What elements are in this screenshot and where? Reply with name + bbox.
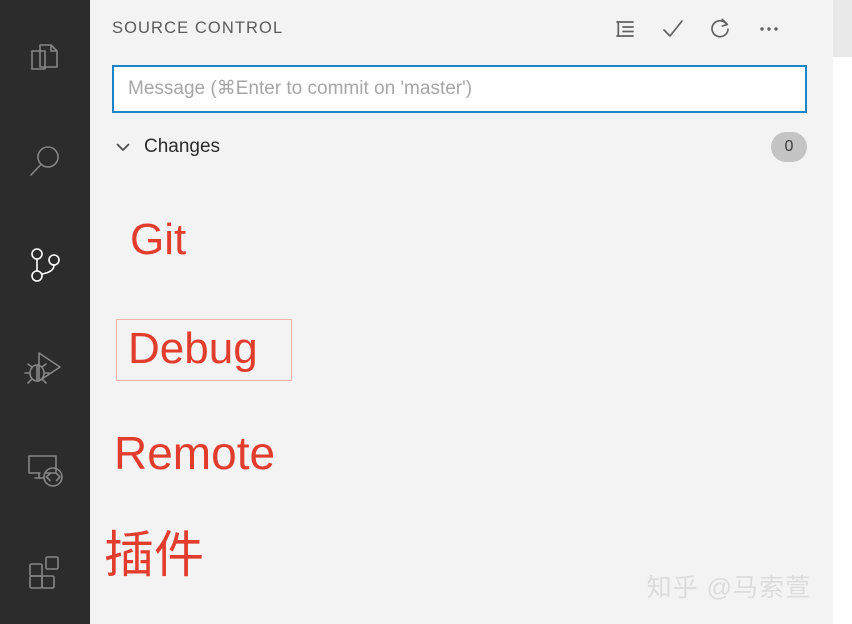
view-as-list-icon <box>613 17 637 41</box>
editor-area-sliver <box>833 0 852 624</box>
activity-bar <box>0 0 90 624</box>
changes-section-header[interactable]: Changes 0 <box>90 127 833 167</box>
activity-item-run-debug[interactable] <box>0 316 90 419</box>
refresh-icon <box>708 16 734 42</box>
activity-item-extensions[interactable] <box>0 521 90 624</box>
changes-count-badge: 0 <box>771 132 807 162</box>
panel-header-actions <box>601 7 833 51</box>
source-control-panel: SOURCE CONTROL Message (⌘Enter to commit… <box>90 0 833 624</box>
annotation-remote: Remote <box>114 427 276 479</box>
commit-message-area <box>90 57 833 113</box>
watermark: 知乎 @马索萱 <box>646 574 811 602</box>
ellipsis-icon <box>756 16 782 42</box>
commit-button[interactable] <box>649 7 697 51</box>
panel-header: SOURCE CONTROL <box>90 0 833 57</box>
annotation-git: Git <box>130 215 187 264</box>
remote-explorer-icon <box>22 447 68 493</box>
chevron-down-icon[interactable] <box>112 136 134 158</box>
page-title: SOURCE CONTROL <box>112 19 284 37</box>
files-icon <box>23 37 67 81</box>
annotation-plugin: 插件 <box>104 527 204 583</box>
source-control-icon <box>23 243 67 287</box>
search-icon <box>23 140 67 184</box>
editor-tab-bar <box>833 0 852 57</box>
check-icon <box>660 16 686 42</box>
activity-item-remote-explorer[interactable] <box>0 419 90 522</box>
commit-message-input[interactable] <box>112 65 807 113</box>
more-actions-button[interactable] <box>745 7 793 51</box>
vscode-window: SOURCE CONTROL Message (⌘Enter to commit… <box>0 0 852 624</box>
annotation-debug: Debug <box>128 324 258 373</box>
view-as-list-button[interactable] <box>601 7 649 51</box>
changes-label: Changes <box>144 136 221 157</box>
activity-item-source-control[interactable] <box>0 213 90 316</box>
run-and-debug-icon <box>22 344 68 390</box>
activity-item-explorer[interactable] <box>0 8 90 111</box>
activity-item-search[interactable] <box>0 111 90 214</box>
extensions-icon <box>23 551 67 595</box>
refresh-button[interactable] <box>697 7 745 51</box>
